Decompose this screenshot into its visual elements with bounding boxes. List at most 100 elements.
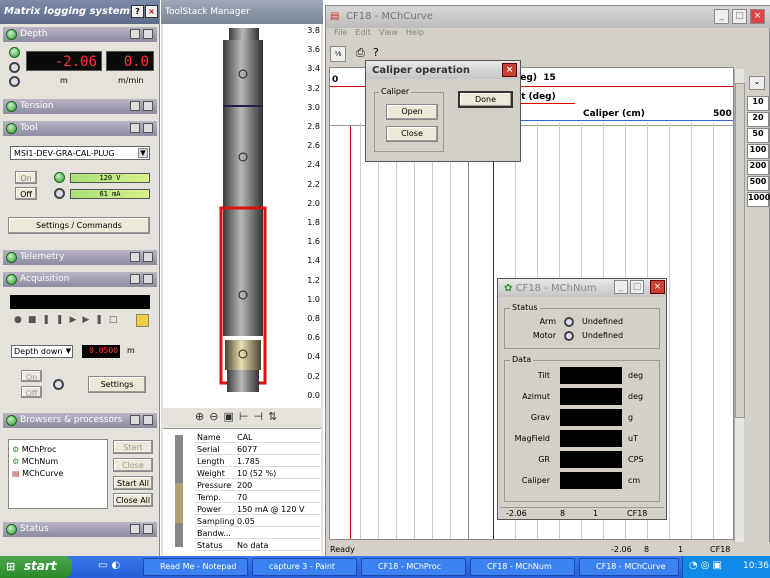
scale-button[interactable]: 100: [747, 144, 769, 159]
processors-list[interactable]: ⚙ MChProc ⚙ MChNum ▤ MChCurve: [8, 439, 108, 509]
processor-item[interactable]: ▤ MChCurve: [12, 469, 63, 478]
scale-button[interactable]: 1000: [747, 192, 770, 207]
zoom-out-icon[interactable]: ⊖: [209, 410, 223, 423]
minimize-icon[interactable]: _: [614, 280, 628, 294]
section-tool[interactable]: Tool: [3, 121, 157, 136]
notes-icon[interactable]: [136, 314, 149, 327]
align-left-icon[interactable]: ⊢: [239, 410, 254, 423]
tool-info-row: Bandw...: [195, 529, 321, 539]
stop-icon[interactable]: ■: [28, 315, 43, 325]
current-radio[interactable]: [54, 188, 65, 199]
scale-ratio-button[interactable]: ⅟₈: [330, 46, 346, 62]
task-mchnum[interactable]: CF18 - MChNum: [470, 558, 575, 576]
scale-button[interactable]: 200: [747, 160, 769, 175]
open-button[interactable]: Open: [386, 104, 438, 120]
minimize-icon[interactable]: [130, 29, 140, 39]
tray-icons[interactable]: ◔◎▣: [689, 560, 725, 571]
task-mchproc[interactable]: CF18 - MChProc: [361, 558, 466, 576]
square-icon[interactable]: □: [109, 315, 124, 325]
start-button[interactable]: Start: [113, 440, 153, 454]
scale-button[interactable]: 50: [747, 128, 769, 143]
chevron-down-icon[interactable]: ▼: [66, 347, 71, 355]
record-icon[interactable]: ●: [14, 315, 28, 325]
fit-icon[interactable]: ▣: [223, 410, 238, 423]
browser-icon[interactable]: ◐: [111, 560, 124, 571]
depth-radio-2[interactable]: [9, 76, 20, 87]
chevron-down-icon[interactable]: ⌄: [749, 76, 765, 90]
tool-select-value: MSI1-DEV-GRA-CAL-PLUG: [14, 149, 115, 158]
status-indicator: [564, 331, 574, 341]
start-all-button[interactable]: Start All: [113, 476, 153, 490]
task-paint[interactable]: capture 3 - Paint: [252, 558, 357, 576]
maximize-icon[interactable]: □: [732, 9, 747, 24]
minimize-icon[interactable]: [130, 252, 140, 262]
close-button[interactable]: ×: [145, 5, 158, 18]
interval-input[interactable]: 0.0500: [82, 345, 120, 358]
close-icon[interactable]: ×: [750, 9, 765, 24]
restore-icon[interactable]: [143, 274, 153, 284]
scroll-thumb[interactable]: [735, 83, 745, 418]
depth-radio-1[interactable]: [9, 62, 20, 73]
tool-on-button[interactable]: On: [15, 171, 37, 184]
menu-file[interactable]: File: [334, 28, 347, 37]
restore-icon[interactable]: [143, 524, 153, 534]
section-telemetry[interactable]: Telemetry: [3, 250, 157, 265]
tool-info-key: Temp.: [197, 493, 221, 502]
restore-icon[interactable]: [143, 123, 153, 133]
desktop-icon[interactable]: ▭: [98, 560, 111, 571]
vertical-scrollbar[interactable]: [734, 69, 745, 542]
tool-off-button[interactable]: Off: [15, 187, 37, 200]
chevron-down-icon[interactable]: ▼: [138, 148, 148, 158]
acq-on-button[interactable]: On: [21, 370, 42, 382]
menu-help[interactable]: Help: [406, 28, 424, 37]
start-button[interactable]: ⊞ start: [0, 556, 72, 578]
data-value-display: [560, 367, 622, 384]
scale-button[interactable]: 10: [747, 96, 769, 111]
section-acquisition[interactable]: Acquisition: [3, 272, 157, 287]
minimize-icon[interactable]: [130, 524, 140, 534]
flip-icon[interactable]: ⇅: [268, 410, 282, 423]
task-mchcurve[interactable]: CF18 - MChCurve: [579, 558, 679, 576]
close-processor-button[interactable]: Close: [113, 458, 153, 472]
processor-item[interactable]: ⚙ MChNum: [12, 457, 58, 466]
play-icon[interactable]: ▶: [69, 315, 82, 325]
task-notepad[interactable]: Read Me - Notepad: [143, 558, 248, 576]
minimize-icon[interactable]: [130, 123, 140, 133]
section-tension[interactable]: Tension: [3, 99, 157, 114]
restore-icon[interactable]: [143, 29, 153, 39]
restore-icon[interactable]: [143, 252, 153, 262]
close-icon[interactable]: ×: [502, 63, 517, 77]
done-button[interactable]: Done: [458, 91, 513, 108]
restore-icon[interactable]: [143, 415, 153, 425]
fast-forward-icon[interactable]: ▶❚: [82, 315, 108, 325]
section-depth[interactable]: Depth: [3, 27, 157, 42]
restore-icon[interactable]: [143, 101, 153, 111]
maximize-icon[interactable]: □: [630, 280, 644, 294]
acq-radio[interactable]: [53, 379, 64, 390]
zoom-in-icon[interactable]: ⊕: [195, 410, 209, 423]
section-browsers[interactable]: Browsers & processors: [3, 413, 157, 428]
minimize-icon[interactable]: [130, 101, 140, 111]
close-caliper-button[interactable]: Close: [386, 126, 438, 142]
processor-item[interactable]: ⚙ MChProc: [12, 445, 56, 454]
tool-select[interactable]: MSI1-DEV-GRA-CAL-PLUG ▼: [10, 146, 150, 160]
scale-button[interactable]: 20: [747, 112, 769, 127]
scale-button[interactable]: 500: [747, 176, 769, 191]
close-icon[interactable]: ×: [650, 280, 665, 294]
minimize-icon[interactable]: [130, 415, 140, 425]
tool-info-key: Weight: [197, 469, 225, 478]
align-center-icon[interactable]: ⊣: [253, 410, 268, 423]
pause-icon[interactable]: ❚❚: [42, 315, 69, 325]
minimize-icon[interactable]: _: [714, 9, 729, 24]
settings-commands-button[interactable]: Settings / Commands: [8, 217, 150, 234]
close-all-button[interactable]: Close All: [113, 493, 153, 507]
section-status[interactable]: Status: [3, 522, 157, 537]
menu-view[interactable]: View: [379, 28, 398, 37]
depth-mode-select[interactable]: Depth down ▼: [11, 345, 73, 358]
acq-off-button[interactable]: Off: [21, 386, 42, 398]
depth-tick-label: 0.0: [307, 390, 320, 400]
minimize-icon[interactable]: [130, 274, 140, 284]
menu-edit[interactable]: Edit: [355, 28, 371, 37]
acq-settings-button[interactable]: Settings: [88, 376, 146, 393]
help-button[interactable]: ?: [131, 5, 144, 18]
